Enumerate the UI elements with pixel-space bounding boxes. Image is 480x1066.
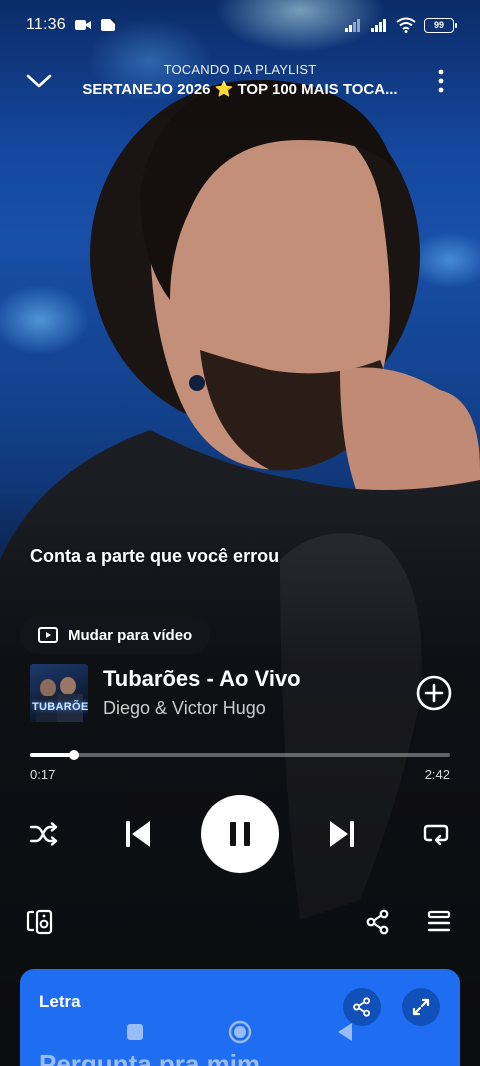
queue-icon [427,910,451,932]
expand-icon [412,998,430,1016]
track-artist[interactable]: Diego & Victor Hugo [103,698,266,719]
player-header: TOCANDO DA PLAYLIST SERTANEJO 2026 ⭐ TOP… [0,56,480,106]
repeat-icon [423,824,449,846]
playlist-title: SERTANEJO 2026 ⭐ TOP 100 MAIS TOCA... [82,81,398,98]
total-time: 2:42 [424,767,450,782]
speaker-devices-icon [26,909,53,935]
share-button[interactable] [362,906,394,938]
repeat-button[interactable] [418,816,454,852]
signal-icon-2 [371,19,386,32]
more-vertical-icon [438,69,444,93]
playlist-context[interactable]: TOCANDO DA PLAYLIST SERTANEJO 2026 ⭐ TOP… [60,62,420,98]
wifi-icon [396,17,416,33]
signal-icon [345,19,360,32]
add-to-library-button[interactable] [416,675,452,711]
next-button[interactable] [324,816,360,852]
switch-to-video-label: Mudar para vídeo [68,626,193,644]
share-icon [353,997,371,1017]
message-icon [100,19,115,31]
square-icon [127,1024,143,1040]
play-video-icon [38,627,58,643]
pause-button[interactable] [201,795,279,873]
context-subtitle: TOCANDO DA PLAYLIST [163,62,317,77]
artwork-scrim [0,0,480,1066]
status-time: 11:36 [26,16,66,33]
collapse-button[interactable] [22,66,56,96]
shuffle-button[interactable] [26,816,62,852]
home-button[interactable] [226,1018,254,1046]
back-triangle-icon [338,1023,352,1041]
switch-to-video-button[interactable]: Mudar para vídeo [20,616,211,654]
video-camera-icon [74,20,91,30]
album-cover-text: TUBARÕES [32,701,88,713]
battery-icon: 99 [424,17,457,33]
back-button[interactable] [331,1018,359,1046]
connected-devices-button[interactable] [24,906,56,938]
queue-button[interactable] [423,906,455,938]
elapsed-time: 0:17 [30,767,56,782]
lyrics-label: Letra [39,992,81,1011]
progress-fill [30,753,75,757]
current-lyric: Conta a parte que você errou [30,546,280,566]
recent-apps-button[interactable] [121,1018,149,1046]
plus-circle-icon [416,675,452,711]
album-cover-art [36,677,83,722]
shuffle-icon [29,822,58,846]
battery-level: 99 [433,20,444,30]
album-cover[interactable]: TUBARÕES [30,664,88,722]
chevron-down-icon [26,74,52,88]
status-bar: 11:36 99 [0,0,480,50]
share-icon [366,909,389,935]
home-circle-icon [228,1020,252,1044]
system-nav-bar [0,1018,480,1054]
skip-next-icon [330,821,354,847]
pause-icon [230,822,250,846]
previous-button[interactable] [120,816,156,852]
progress-bar[interactable] [30,750,450,760]
skip-previous-icon [126,821,150,847]
track-title: Tubarões - Ao Vivo [103,666,301,691]
track-info: TUBARÕES Tubarões - Ao Vivo Diego & Vict… [30,664,452,724]
more-options-button[interactable] [428,66,454,96]
